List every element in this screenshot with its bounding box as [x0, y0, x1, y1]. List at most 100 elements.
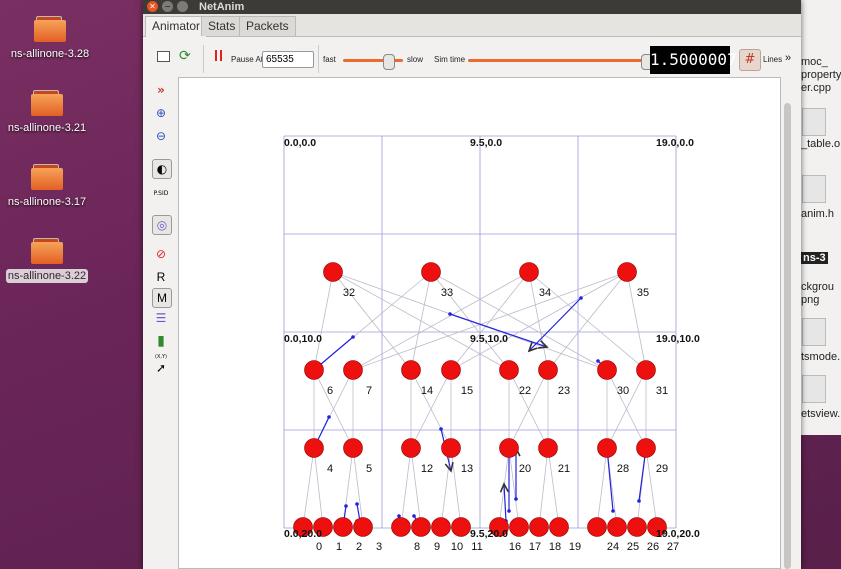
network-node[interactable]: [421, 262, 441, 282]
show-pid-toggle[interactable]: P.SID: [152, 185, 170, 203]
network-node[interactable]: [627, 517, 647, 537]
no-entry-icon[interactable]: ⊘: [152, 245, 170, 263]
node-label: 24: [607, 541, 619, 553]
network-node[interactable]: [538, 438, 558, 458]
network-node[interactable]: [597, 438, 617, 458]
packet-line: [503, 483, 507, 522]
sim-time-display: 1.50000072: [650, 46, 746, 74]
node-label: 15: [461, 385, 473, 397]
network-node[interactable]: [441, 438, 461, 458]
network-node[interactable]: [333, 517, 353, 537]
link-line: [596, 447, 608, 528]
tab-packets[interactable]: Packets: [239, 16, 296, 36]
tab-bar: Animator Stats Packets: [143, 14, 801, 37]
network-node[interactable]: [529, 517, 549, 537]
animation-canvas[interactable]: 0 1 2 3 8 9 10 11 16 17 18 19 24 25 26 27 4 5 12 13 20 21 28 29…: [178, 77, 781, 569]
desktop-folder[interactable]: ns-allinone-3.21: [0, 90, 97, 135]
network-node[interactable]: [343, 360, 363, 380]
link-line: [645, 447, 658, 528]
link-line: [450, 271, 530, 371]
grid-toggle-button[interactable]: #: [739, 49, 761, 71]
expand-chevron-icon[interactable]: »: [152, 81, 170, 99]
link-line: [313, 271, 334, 371]
network-node[interactable]: [304, 360, 324, 380]
desktop-folder[interactable]: ns-allinone-3.22: [0, 238, 97, 283]
network-node[interactable]: [441, 360, 461, 380]
network-node[interactable]: [391, 517, 411, 537]
list-icon[interactable]: ☰: [152, 309, 170, 327]
scrollbar-thumb[interactable]: [784, 103, 791, 569]
mobility-toggle[interactable]: M: [152, 288, 172, 308]
node-label: 14: [421, 385, 433, 397]
network-node[interactable]: [587, 517, 607, 537]
tab-stats[interactable]: Stats: [201, 16, 243, 36]
link-line: [538, 447, 549, 528]
pause-icon[interactable]: [215, 50, 217, 61]
network-node[interactable]: [597, 360, 617, 380]
fingerprint-icon[interactable]: ◎: [152, 215, 172, 235]
file-icon[interactable]: [802, 318, 826, 346]
link-line: [352, 447, 364, 528]
file-icon[interactable]: [802, 175, 826, 203]
network-node[interactable]: [607, 517, 627, 537]
packet-tail: [344, 504, 348, 508]
folder-icon: [31, 238, 63, 264]
network-node[interactable]: [343, 438, 363, 458]
node-size-icon[interactable]: ◐: [152, 159, 172, 179]
packet-tail: [507, 509, 511, 513]
pause-at-input[interactable]: [262, 51, 314, 68]
network-node[interactable]: [401, 438, 421, 458]
packet-tail: [351, 335, 355, 339]
node-label: 6: [327, 385, 333, 397]
network-node[interactable]: [636, 438, 656, 458]
zoom-in-icon[interactable]: ⊕: [152, 104, 170, 122]
network-node[interactable]: [431, 517, 451, 537]
more-options-icon[interactable]: »: [785, 52, 791, 64]
vertical-scrollbar[interactable]: [781, 77, 794, 569]
route-toggle[interactable]: R: [152, 268, 170, 286]
network-node[interactable]: [353, 517, 373, 537]
coordinate-label: 9.5,10.0: [470, 333, 508, 345]
node-label: 9: [434, 541, 440, 553]
reload-icon[interactable]: ⟳: [179, 48, 191, 64]
open-file-icon[interactable]: [157, 51, 170, 62]
fast-label: fast: [323, 55, 336, 64]
network-node[interactable]: [304, 438, 324, 458]
network-node[interactable]: [617, 262, 637, 282]
desktop-folder-label: ns-allinone-3.22: [5, 269, 89, 283]
close-icon[interactable]: ✕: [147, 1, 158, 12]
minimize-icon[interactable]: −: [162, 1, 173, 12]
title-bar[interactable]: ✕ − NetAnim: [143, 0, 801, 14]
sim-time-slider-track[interactable]: [468, 59, 646, 62]
network-node[interactable]: [411, 517, 431, 537]
network-node[interactable]: [509, 517, 529, 537]
node-label: 21: [558, 463, 570, 475]
network-node[interactable]: [519, 262, 539, 282]
battery-icon[interactable]: ▮: [152, 332, 170, 350]
pointer-icon[interactable]: ➚: [152, 359, 170, 377]
zoom-out-icon[interactable]: ⊖: [152, 127, 170, 145]
node-label: 29: [656, 463, 668, 475]
desktop-folder[interactable]: ns-allinone-3.17: [0, 164, 97, 209]
node-label: 10: [451, 541, 463, 553]
node-label: 22: [519, 385, 531, 397]
speed-slider-handle[interactable]: [383, 54, 395, 70]
tab-animator[interactable]: Animator: [145, 16, 208, 37]
desktop-folder[interactable]: ns-allinone-3.28: [0, 16, 100, 61]
maximize-icon[interactable]: [177, 1, 188, 12]
network-node[interactable]: [499, 438, 519, 458]
packet-tail: [448, 312, 452, 316]
network-node[interactable]: [549, 517, 569, 537]
file-icon[interactable]: [802, 108, 826, 136]
network-node[interactable]: [538, 360, 558, 380]
link-line: [547, 447, 560, 528]
network-node[interactable]: [323, 262, 343, 282]
node-label: 25: [627, 541, 639, 553]
network-node[interactable]: [636, 360, 656, 380]
link-line: [313, 447, 324, 528]
network-node[interactable]: [499, 360, 519, 380]
file-icon[interactable]: [802, 375, 826, 403]
node-label: 12: [421, 463, 433, 475]
network-node[interactable]: [401, 360, 421, 380]
network-node[interactable]: [451, 517, 471, 537]
